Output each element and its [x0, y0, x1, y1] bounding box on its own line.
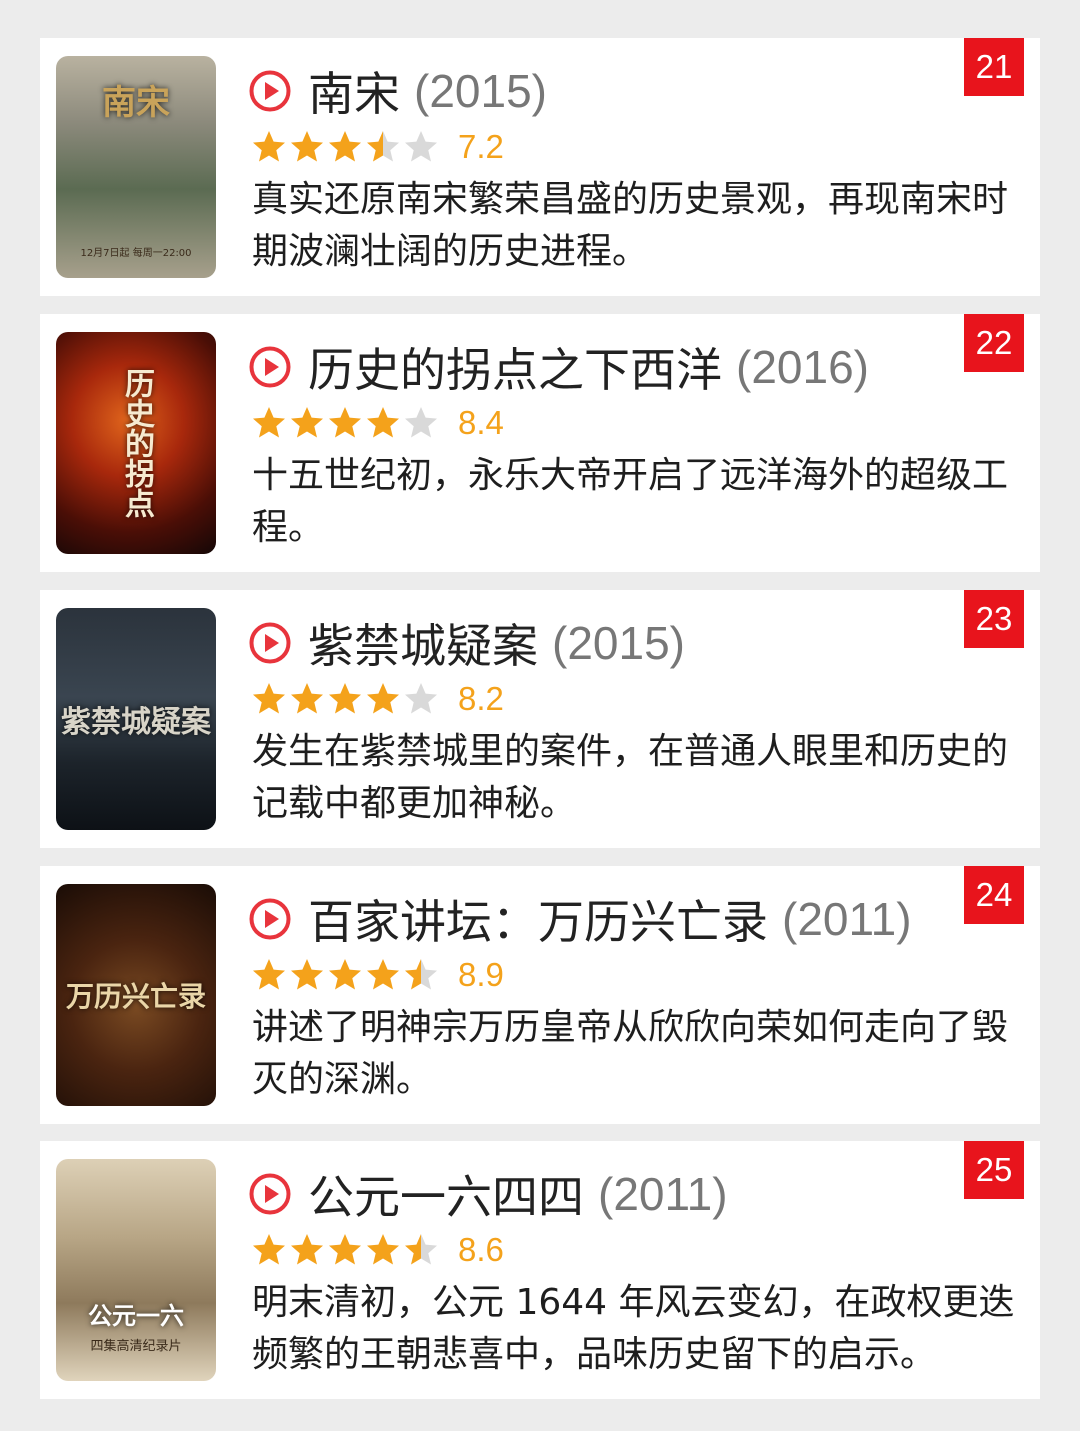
- star-icon: [329, 959, 361, 990]
- item-description: 发生在紫禁城里的案件，在普通人眼里和历史的记载中都更加神秘。: [252, 731, 1009, 824]
- poster-subtitle-text: 四集高清纪录片: [90, 1339, 182, 1354]
- star-rating: [250, 405, 440, 441]
- rank-badge: 24: [964, 866, 1024, 924]
- item-year: (2011): [782, 893, 912, 945]
- star-icon: [405, 407, 437, 438]
- rating-score: 7.2: [458, 128, 504, 165]
- star-icon: [291, 683, 323, 714]
- star-icon: [329, 407, 361, 438]
- rank-badge: 21: [964, 38, 1024, 96]
- star-rating: [250, 957, 440, 993]
- play-circle-icon[interactable]: [248, 897, 292, 941]
- star-icon: [405, 131, 437, 162]
- item-year: (2011): [598, 1168, 728, 1220]
- list-item[interactable]: 南宋 12月7日起 每周一22:00 21 南宋 (2015) 7.2 真实还原…: [40, 38, 1040, 296]
- rating-score: 8.4: [458, 404, 504, 441]
- star-icon: [405, 1234, 437, 1265]
- star-icon: [291, 959, 323, 990]
- poster-title-text: 公元一六: [88, 1301, 184, 1330]
- star-icon: [367, 131, 399, 162]
- star-rating: [250, 681, 440, 717]
- item-year: (2015): [552, 617, 685, 669]
- rating-line: 8.6: [250, 1229, 504, 1271]
- documentary-list: 南宋 12月7日起 每周一22:00 21 南宋 (2015) 7.2 真实还原…: [0, 0, 1080, 1431]
- poster-image[interactable]: 南宋 12月7日起 每周一22:00: [56, 56, 216, 278]
- poster-title-text: 万历兴亡录: [65, 980, 206, 1013]
- item-title[interactable]: 百家讲坛：万历兴亡录: [308, 886, 768, 952]
- item-title[interactable]: 公元一六四四: [308, 1161, 584, 1227]
- star-icon: [405, 683, 437, 714]
- poster-image[interactable]: 紫禁城疑案: [56, 608, 216, 830]
- star-icon: [253, 131, 285, 162]
- title-line[interactable]: 紫禁城疑案 (2015): [248, 612, 685, 674]
- play-circle-icon[interactable]: [248, 621, 292, 665]
- star-icon: [329, 683, 361, 714]
- star-icon: [367, 1234, 399, 1265]
- poster-image[interactable]: 万历兴亡录: [56, 884, 216, 1106]
- rating-line: 8.9: [250, 954, 504, 996]
- star-rating: [250, 129, 440, 165]
- play-circle-icon[interactable]: [248, 1172, 292, 1216]
- title-line[interactable]: 公元一六四四 (2011): [248, 1163, 728, 1225]
- list-item[interactable]: 公元一六 四集高清纪录片 25 公元一六四四 (2011) 8.6 明末清初，公…: [40, 1141, 1040, 1399]
- star-icon: [367, 959, 399, 990]
- star-icon: [329, 1234, 361, 1265]
- rating-score: 8.6: [458, 1231, 504, 1268]
- poster-subtitle-text: 12月7日起 每周一22:00: [80, 248, 192, 259]
- star-icon: [291, 407, 323, 438]
- star-icon: [253, 1234, 285, 1265]
- list-item[interactable]: 紫禁城疑案 23 紫禁城疑案 (2015) 8.2 发生在紫禁城里的案件，在普通…: [40, 590, 1040, 848]
- poster-title-text: 南宋: [102, 83, 170, 123]
- star-icon: [367, 683, 399, 714]
- item-title[interactable]: 紫禁城疑案: [308, 610, 538, 676]
- title-line[interactable]: 南宋 (2015): [248, 60, 547, 122]
- rank-badge: 23: [964, 590, 1024, 648]
- rating-line: 7.2: [250, 126, 504, 168]
- item-description: 讲述了明神宗万历皇帝从欣欣向荣如何走向了毁灭的深渊。: [252, 1007, 1009, 1100]
- rating-line: 8.4: [250, 402, 504, 444]
- rating-score: 8.2: [458, 680, 504, 717]
- star-icon: [253, 683, 285, 714]
- rank-badge: 22: [964, 314, 1024, 372]
- star-icon: [367, 407, 399, 438]
- rating-score: 8.9: [458, 956, 504, 993]
- item-year: (2015): [414, 65, 547, 117]
- item-description: 十五世纪初，永乐大帝开启了远洋海外的超级工程。: [252, 455, 1009, 548]
- poster-image[interactable]: 公元一六 四集高清纪录片: [56, 1159, 216, 1381]
- star-icon: [253, 407, 285, 438]
- rating-line: 8.2: [250, 678, 504, 720]
- star-icon: [291, 1234, 323, 1265]
- title-line[interactable]: 历史的拐点之下西洋 (2016): [248, 336, 869, 398]
- item-year: (2016): [736, 341, 869, 393]
- list-item[interactable]: 历史的拐点 22 历史的拐点之下西洋 (2016) 8.4 十五世纪初，永乐大帝…: [40, 314, 1040, 572]
- item-description: 明末清初，公元 1644 年风云变幻，在政权更迭频繁的王朝悲喜中，品味历史留下的…: [252, 1282, 1015, 1375]
- star-icon: [291, 131, 323, 162]
- play-circle-icon[interactable]: [248, 345, 292, 389]
- title-line[interactable]: 百家讲坛：万历兴亡录 (2011): [248, 888, 912, 950]
- item-description: 真实还原南宋繁荣昌盛的历史景观，再现南宋时期波澜壮阔的历史进程。: [252, 179, 1009, 272]
- star-icon: [329, 131, 361, 162]
- star-icon: [253, 959, 285, 990]
- star-rating: [250, 1232, 440, 1268]
- poster-title-text: 历史的拐点: [119, 368, 154, 518]
- star-icon: [405, 959, 437, 990]
- play-circle-icon[interactable]: [248, 69, 292, 113]
- item-title[interactable]: 历史的拐点之下西洋: [308, 334, 722, 400]
- item-title[interactable]: 南宋: [308, 58, 400, 124]
- poster-image[interactable]: 历史的拐点: [56, 332, 216, 554]
- list-item[interactable]: 万历兴亡录 24 百家讲坛：万历兴亡录 (2011) 8.9 讲述了明神宗万历皇…: [40, 866, 1040, 1124]
- rank-badge: 25: [964, 1141, 1024, 1199]
- poster-title-text: 紫禁城疑案: [61, 705, 211, 740]
